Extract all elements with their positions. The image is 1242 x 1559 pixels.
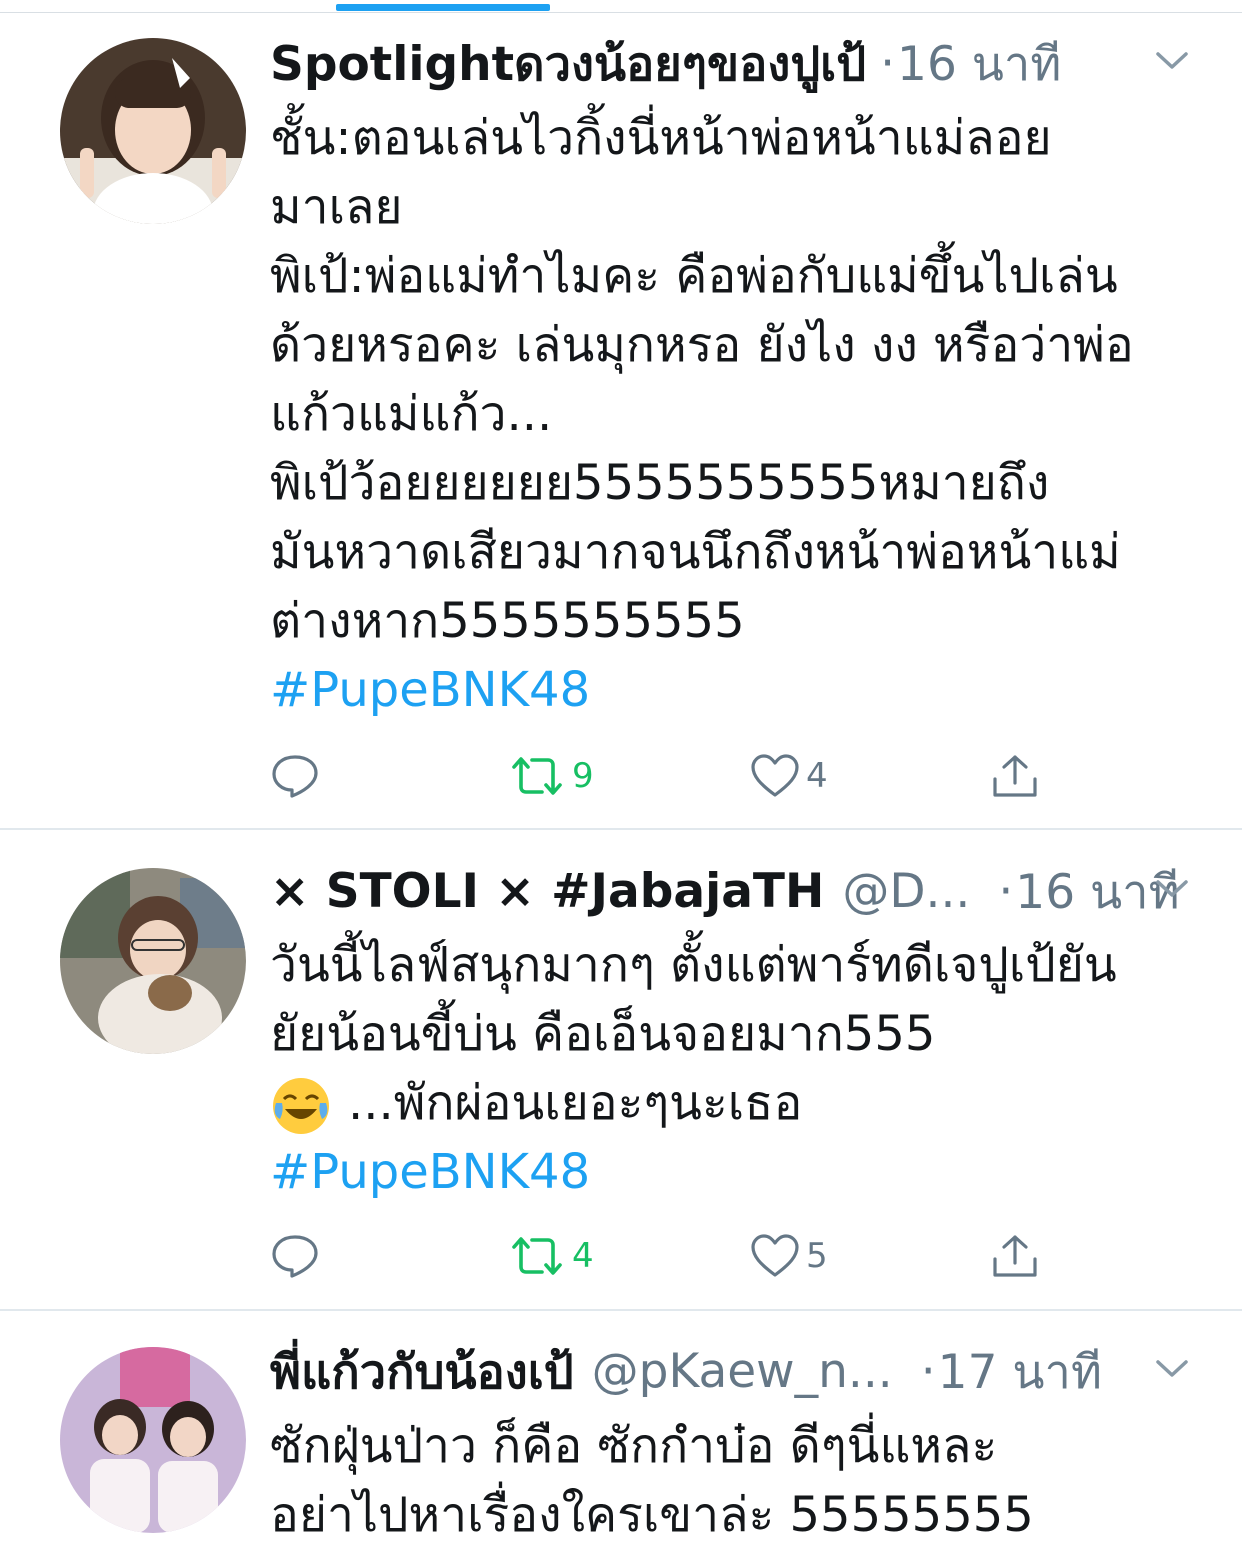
- avatar[interactable]: [60, 1347, 246, 1533]
- like-button[interactable]: 5: [750, 1226, 828, 1286]
- hashtag-link[interactable]: #PupeBNK48: [270, 656, 1200, 725]
- text-line: พิเป้:พ่อแม่ทำไมคะ คือพ่อกับแม่ขึ้นไปเล่…: [270, 248, 1118, 304]
- retweet-button[interactable]: 4: [508, 1226, 594, 1286]
- text-line: อย่าไปหาเรื่องใครเขาล่ะ 55555555: [270, 1487, 1034, 1543]
- tab-bar: [0, 0, 1242, 13]
- tweet-actions: 4 5: [270, 1226, 1070, 1286]
- reply-bubble-icon: [270, 1233, 320, 1279]
- share-icon: [990, 1233, 1040, 1279]
- display-name[interactable]: Spotlightดวงน้อยๆของปูเป้: [270, 26, 866, 101]
- separator-dot: ·: [998, 863, 1014, 919]
- text-line: ยัยน้อนขี้บ่น คือเอ็นจอยมาก555: [270, 1006, 936, 1062]
- avatar[interactable]: [60, 38, 246, 224]
- share-icon: [990, 753, 1040, 799]
- text-line: ซักฝุ่นป่าว ก็คือ ซักกำบ๋อ ดีๆนี่แหละ: [270, 1418, 998, 1474]
- text-line-with-emoji: ...พักผ่อนเยอะๆนะเธอ: [270, 1069, 1200, 1138]
- text-line: พิเป้ว้อยยยยยย5555555555หมายถึง: [270, 455, 1050, 511]
- text-line: ต่างหาก5555555555: [270, 593, 745, 649]
- user-handle[interactable]: @pKaew_n...: [592, 1344, 893, 1399]
- reply-bubble-icon: [270, 753, 320, 799]
- tweet-header: พี่แก้วกับน้องเป้ @pKaew_n... · 17 นาที: [270, 1336, 1192, 1406]
- tweet-actions: 9 4: [270, 746, 1070, 806]
- tweet-text: ซักฝุ่นป่าว ก็คือ ซักกำบ๋อ ดีๆนี่แหละ อย…: [270, 1412, 1200, 1550]
- timeline: Spotlightดวงน้อยๆของปูเป้ · 16 นาที ชั้น…: [0, 0, 1242, 1559]
- retweet-icon: [508, 1233, 566, 1279]
- tweet-text: วันนี้ไลฟ์สนุกมากๆ ตั้งแต่พาร์ทดีเจปูเป้…: [270, 931, 1200, 1207]
- like-count: 4: [806, 756, 828, 796]
- tweet[interactable]: พี่แก้วกับน้องเป้ @pKaew_n... · 17 นาที …: [0, 1313, 1242, 1559]
- heart-icon: [750, 1233, 800, 1279]
- heart-icon: [750, 753, 800, 799]
- text-line: ชั้น:ตอนเล่นไวกิ้งนี่หน้าพ่อหน้าแม่ลอย: [270, 110, 1052, 166]
- tweet[interactable]: × STOLI × #JabajaTH @D... · 16 นาที วันน…: [0, 832, 1242, 1311]
- tweet-header: Spotlightดวงน้อยๆของปูเป้ · 16 นาที: [270, 28, 1192, 98]
- timestamp[interactable]: 17 นาที: [938, 1334, 1102, 1409]
- hashtag-link[interactable]: #PupeBNK48: [270, 1138, 1200, 1207]
- retweet-icon: [508, 753, 566, 799]
- tweet-header: × STOLI × #JabajaTH @D... · 16 นาที: [270, 856, 1192, 926]
- text-line: วันนี้ไลฟ์สนุกมากๆ ตั้งแต่พาร์ทดีเจปูเป้…: [270, 937, 1117, 993]
- chevron-down-icon[interactable]: [1152, 1354, 1192, 1382]
- tweet[interactable]: Spotlightดวงน้อยๆของปูเป้ · 16 นาที ชั้น…: [0, 14, 1242, 830]
- share-button[interactable]: [990, 746, 1040, 806]
- user-handle[interactable]: @D...: [842, 864, 970, 919]
- separator-dot: ·: [920, 1343, 936, 1399]
- text-line: แก้วแม่แก้ว...: [270, 386, 553, 442]
- text-line: มันหวาดเสียวมากจนนึกถึงหน้าพ่อหน้าแม่: [270, 524, 1121, 580]
- avatar[interactable]: [60, 868, 246, 1054]
- retweet-count: 4: [572, 1236, 594, 1276]
- share-button[interactable]: [990, 1226, 1040, 1286]
- retweet-button[interactable]: 9: [508, 746, 594, 806]
- like-button[interactable]: 4: [750, 746, 828, 806]
- reply-button[interactable]: [270, 1226, 320, 1286]
- text-line: ด้วยหรอคะ เล่นมุกหรอ ยังไง งง หรือว่าพ่อ: [270, 317, 1134, 373]
- active-tab-indicator: [336, 4, 550, 11]
- chevron-down-icon[interactable]: [1152, 46, 1192, 74]
- tweet-text: ชั้น:ตอนเล่นไวกิ้งนี่หน้าพ่อหน้าแม่ลอย ม…: [270, 104, 1200, 725]
- retweet-count: 9: [572, 756, 594, 796]
- like-count: 5: [806, 1236, 828, 1276]
- face-with-tears-of-joy-icon: [270, 1075, 332, 1137]
- text-line: มาเลย: [270, 179, 403, 235]
- display-name[interactable]: × STOLI × #JabajaTH: [270, 864, 824, 919]
- timestamp[interactable]: 16 นาที: [897, 26, 1061, 101]
- chevron-down-icon[interactable]: [1152, 874, 1192, 902]
- display-name[interactable]: พี่แก้วกับน้องเป้: [270, 1334, 574, 1409]
- separator-dot: ·: [880, 35, 896, 91]
- text-fragment: ...พักผ่อนเยอะๆนะเธอ: [348, 1075, 803, 1131]
- reply-button[interactable]: [270, 746, 320, 806]
